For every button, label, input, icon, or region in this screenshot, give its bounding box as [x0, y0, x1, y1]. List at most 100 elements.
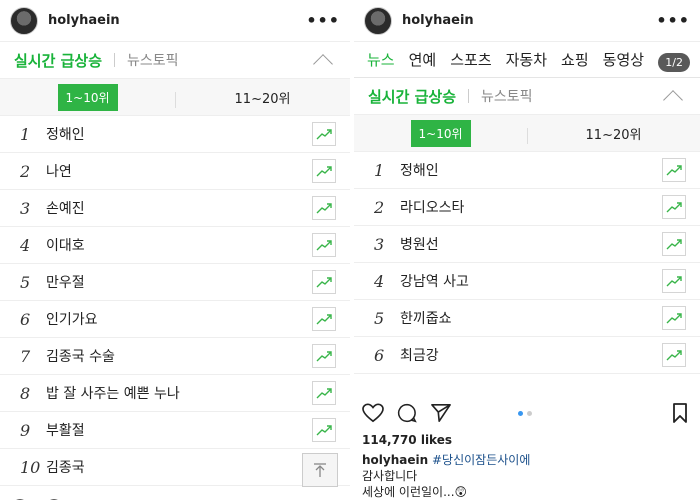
- tab-sports[interactable]: 스포츠: [443, 49, 498, 70]
- rank-number: 1: [20, 124, 31, 144]
- heart-icon[interactable]: [362, 403, 384, 423]
- tab-news[interactable]: 뉴스: [360, 49, 402, 70]
- rank-number: 3: [20, 198, 31, 218]
- chevron-up-icon[interactable]: [313, 54, 333, 74]
- post-caption: holyhaein #당신이잠든사이에 감사합니다 세상에 이런일이...😲: [362, 452, 530, 500]
- tab-news-topic[interactable]: 뉴스토픽: [127, 50, 179, 70]
- keyword[interactable]: 정해인: [400, 160, 439, 180]
- naver-nav-tabs: 뉴스 연예 스포츠 자동차 쇼핑 동영상: [354, 42, 700, 78]
- list-item[interactable]: 2 나연: [0, 153, 350, 190]
- realtime-header: 실시간 급상승 뉴스토픽: [354, 78, 700, 114]
- rank-number: 10: [20, 457, 41, 477]
- trend-chart-icon[interactable]: [662, 158, 686, 182]
- rank-number: 1: [374, 160, 385, 180]
- list-item[interactable]: 6 최금강: [354, 337, 700, 374]
- list-item[interactable]: 2 라디오스타: [354, 189, 700, 226]
- trend-chart-icon[interactable]: [312, 159, 336, 183]
- list-item[interactable]: 7 김종국 수술: [0, 338, 350, 375]
- keyword[interactable]: 나연: [46, 161, 72, 181]
- keyword[interactable]: 만우절: [46, 272, 85, 292]
- list-item[interactable]: 8 밥 잘 사주는 예쁜 누나: [0, 375, 350, 412]
- list-item[interactable]: 3 병원선: [354, 226, 700, 263]
- tab-realtime[interactable]: 실시간 급상승: [14, 50, 102, 71]
- post-header: holyhaein •••: [0, 0, 350, 42]
- rank-number: 6: [20, 309, 31, 329]
- range-11-20-button[interactable]: 11~20위: [586, 124, 642, 143]
- username[interactable]: holyhaein: [402, 13, 474, 28]
- list-item[interactable]: 5 만우절: [0, 264, 350, 301]
- rank-number: 3: [374, 234, 385, 254]
- rank-list: 1 정해인 2 라디오스타 3 병원선 4 강남역 사고 5 한끼줍쇼 6 최금강: [354, 152, 700, 374]
- list-item[interactable]: 1 정해인: [0, 116, 350, 153]
- trend-chart-icon[interactable]: [662, 306, 686, 330]
- chevron-up-icon[interactable]: [663, 90, 683, 110]
- more-icon[interactable]: •••: [306, 11, 340, 30]
- rank-number: 4: [20, 235, 31, 255]
- cut-off-action-bar: [0, 492, 350, 500]
- list-item[interactable]: 4 강남역 사고: [354, 263, 700, 300]
- keyword[interactable]: 김종국: [46, 457, 85, 477]
- avatar[interactable]: [10, 6, 38, 35]
- trend-chart-icon[interactable]: [312, 196, 336, 220]
- trend-chart-icon[interactable]: [312, 122, 336, 146]
- keyword[interactable]: 한끼줍쇼: [400, 308, 452, 328]
- keyword[interactable]: 라디오스타: [400, 197, 464, 217]
- trend-chart-icon[interactable]: [312, 381, 336, 405]
- hashtag-link[interactable]: #당신이잠든사이에: [432, 453, 530, 467]
- tab-cars[interactable]: 자동차: [499, 49, 554, 70]
- keyword[interactable]: 인기가요: [46, 309, 98, 329]
- tab-shopping[interactable]: 쇼핑: [554, 49, 596, 70]
- bookmark-icon[interactable]: [672, 403, 688, 423]
- trend-chart-icon[interactable]: [312, 270, 336, 294]
- keyword[interactable]: 병원선: [400, 234, 439, 254]
- likes-count[interactable]: 114,770 likes: [362, 433, 452, 447]
- rank-number: 6: [374, 345, 385, 365]
- list-item[interactable]: 5 한끼줍쇼: [354, 300, 700, 337]
- avatar[interactable]: [364, 6, 392, 35]
- comment-icon[interactable]: [396, 403, 418, 423]
- caption-username[interactable]: holyhaein: [362, 453, 428, 467]
- keyword[interactable]: 손예진: [46, 198, 85, 218]
- tab-video[interactable]: 동영상: [596, 49, 651, 70]
- list-item[interactable]: 3 손예진: [0, 190, 350, 227]
- username[interactable]: holyhaein: [48, 13, 120, 28]
- rank-number: 5: [20, 272, 31, 292]
- scroll-top-icon[interactable]: [302, 453, 338, 487]
- tab-separator: [114, 53, 116, 67]
- tab-realtime[interactable]: 실시간 급상승: [368, 86, 456, 107]
- trend-chart-icon[interactable]: [312, 344, 336, 368]
- tab-separator: [468, 89, 470, 103]
- list-item[interactable]: 4 이대호: [0, 227, 350, 264]
- keyword[interactable]: 부활절: [46, 420, 85, 440]
- trend-chart-icon[interactable]: [662, 232, 686, 256]
- trend-chart-icon[interactable]: [312, 233, 336, 257]
- rank-list: 1 정해인 2 나연 3 손예진 4 이대호 5 만우절 6 인기가요 7 김종국 수술 8밥…: [0, 116, 350, 486]
- more-icon[interactable]: •••: [656, 11, 690, 30]
- range-1-10-button[interactable]: 1~10위: [410, 119, 471, 147]
- keyword[interactable]: 이대호: [46, 235, 85, 255]
- tab-news-topic[interactable]: 뉴스토픽: [481, 86, 533, 106]
- list-item[interactable]: 1 정해인: [354, 152, 700, 189]
- trend-chart-icon[interactable]: [662, 269, 686, 293]
- keyword[interactable]: 밥 잘 사주는 예쁜 누나: [46, 383, 180, 403]
- range-1-10-button[interactable]: 1~10위: [57, 83, 118, 111]
- list-item[interactable]: 6 인기가요: [0, 301, 350, 338]
- trend-chart-icon[interactable]: [662, 343, 686, 367]
- post-header: holyhaein •••: [354, 0, 700, 42]
- list-item[interactable]: 10 김종국: [0, 449, 350, 486]
- trend-chart-icon[interactable]: [312, 418, 336, 442]
- range-11-20-button[interactable]: 11~20위: [235, 88, 291, 107]
- carousel-page-indicator: 1/2: [658, 53, 690, 72]
- keyword[interactable]: 김종국 수술: [46, 346, 115, 366]
- trend-chart-icon[interactable]: [662, 195, 686, 219]
- trend-chart-icon[interactable]: [312, 307, 336, 331]
- list-item[interactable]: 9 부활절: [0, 412, 350, 449]
- keyword[interactable]: 정해인: [46, 124, 85, 144]
- rank-number: 9: [20, 420, 31, 440]
- tab-entertainment[interactable]: 연예: [402, 49, 444, 70]
- rank-number: 5: [374, 308, 385, 328]
- share-icon[interactable]: [430, 403, 452, 423]
- keyword[interactable]: 강남역 사고: [400, 271, 469, 291]
- realtime-header: 실시간 급상승 뉴스토픽: [0, 42, 350, 78]
- keyword[interactable]: 최금강: [400, 345, 439, 365]
